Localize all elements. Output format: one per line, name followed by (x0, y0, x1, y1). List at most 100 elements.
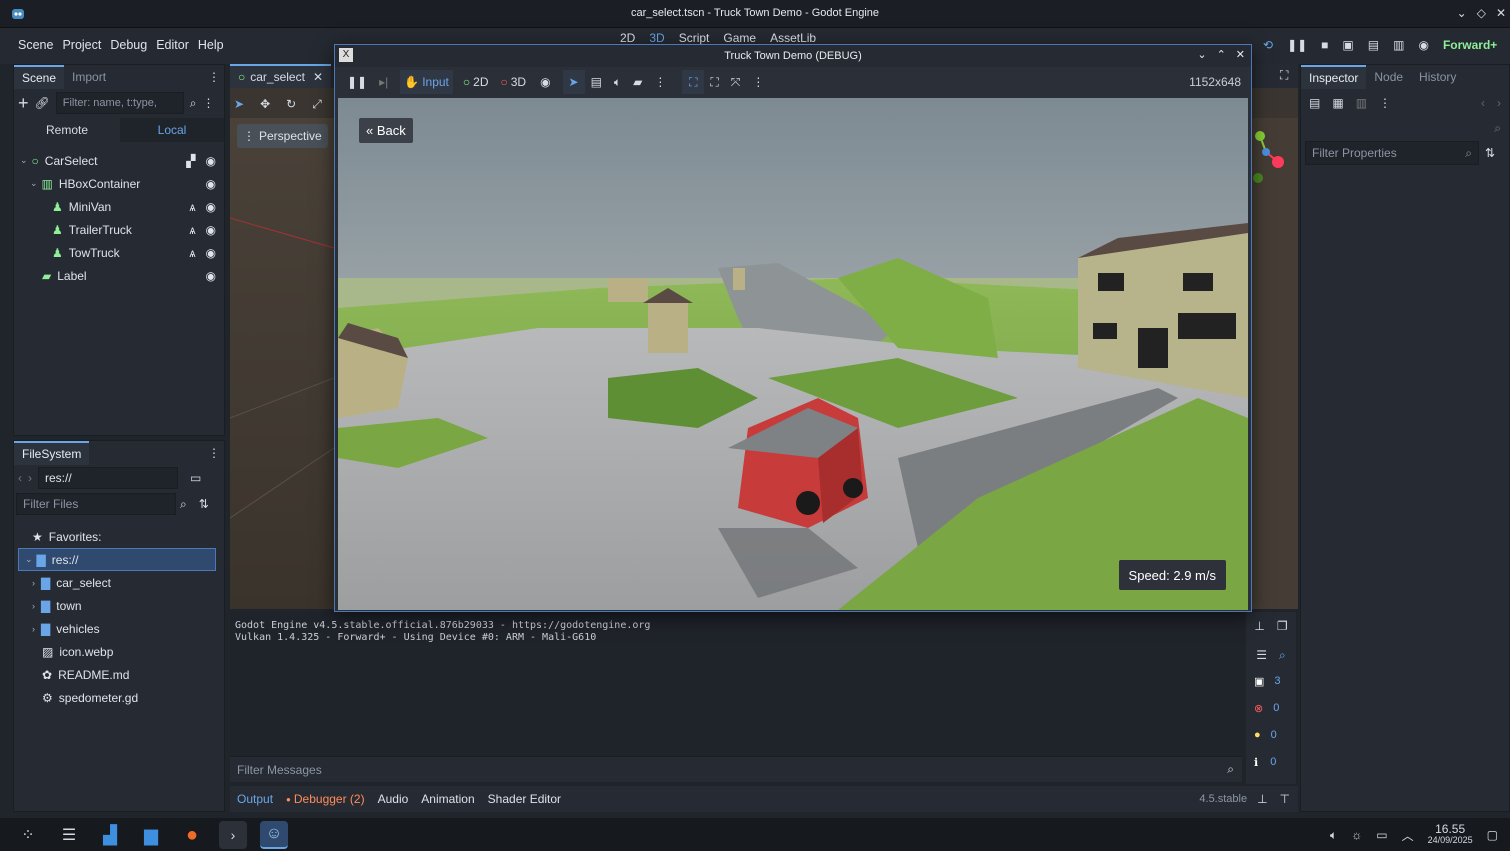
expand-icon[interactable]: › (32, 624, 35, 634)
tab-inspector[interactable]: Inspector (1301, 65, 1367, 89)
tab-animation[interactable]: Animation (421, 792, 474, 806)
audio-icon[interactable]: 🔈︎ (614, 75, 621, 90)
folder-town[interactable]: › ▇ town (14, 594, 224, 617)
visibility-icon[interactable]: ◉ (540, 75, 550, 89)
copy-log-icon[interactable]: ❐ (1277, 619, 1288, 633)
path-field[interactable]: res:// (38, 467, 178, 489)
minimize-icon[interactable]: ⌄ (1457, 6, 1467, 20)
keep-aspect-icon[interactable]: ⛶ (710, 75, 718, 90)
list-select-icon[interactable]: ▤ (591, 75, 602, 89)
file-spedometer[interactable]: ⚙ spedometer.gd (14, 686, 224, 709)
reload-icon[interactable]: ⟲ (1263, 38, 1273, 52)
tab-history[interactable]: History (1411, 65, 1464, 89)
folder-car-select[interactable]: › ▇ car_select (14, 571, 224, 594)
menu-scene[interactable]: Scene (18, 38, 53, 52)
tab-output[interactable]: Output (237, 792, 273, 806)
tab-shader-editor[interactable]: Shader Editor (488, 792, 561, 806)
game-scene-render[interactable]: « Back Speed: 2.9 m/s (338, 98, 1248, 610)
visibility-icon[interactable]: ◉ (206, 223, 216, 237)
filter-info-badge[interactable]: ℹ0 (1246, 751, 1296, 773)
app-launcher-icon[interactable]: ⁘ (14, 821, 42, 849)
close-tab-icon[interactable]: ✕ (313, 70, 323, 84)
renderer-selector[interactable]: Forward+ (1443, 38, 1497, 52)
tree-node-trailertruck[interactable]: ♟ TrailerTruck ѧ ◉ (14, 218, 224, 241)
select-icon[interactable]: ➤ (562, 70, 585, 94)
history-forward-icon[interactable]: › (1497, 96, 1501, 110)
brightness-icon[interactable]: ☼ (1351, 828, 1362, 842)
save-resource-icon[interactable]: ▥ (1356, 96, 1367, 110)
fullscreen-icon[interactable]: ⛶ (1280, 68, 1288, 83)
mode-2d-button[interactable]: 2D (473, 75, 488, 89)
scale-tool-icon[interactable]: ⤢ (312, 97, 322, 112)
more-icon[interactable]: ⋮ (654, 75, 666, 89)
menu-project[interactable]: Project (62, 38, 101, 52)
back-icon[interactable]: ‹ (18, 471, 22, 485)
camera-icon[interactable]: ▰ (633, 75, 642, 89)
terminal-icon[interactable]: › (219, 821, 247, 849)
dock-menu-icon[interactable]: ⋮ (208, 446, 220, 460)
filter-errors-badge[interactable]: ⊗ 0 (1246, 697, 1296, 719)
move-tool-icon[interactable]: ✥ (260, 97, 270, 111)
expand-panel-icon[interactable]: ⊤ (1280, 792, 1290, 806)
signal-icon[interactable]: ѧ (190, 200, 196, 214)
remote-button[interactable]: Remote (14, 123, 120, 137)
tab-import[interactable]: Import (64, 65, 114, 89)
tab-audio[interactable]: Audio (378, 792, 409, 806)
tree-node-carselect[interactable]: ⌄ ○ CarSelect ▞ ◉ (14, 149, 224, 172)
size-menu-icon[interactable]: ⋮ (752, 75, 764, 89)
main-tab-3d[interactable]: 3D (649, 32, 664, 44)
tab-filesystem[interactable]: FileSystem (14, 441, 90, 465)
tree-node-towtruck[interactable]: ♟ TowTruck ѧ ◉ (14, 241, 224, 264)
expand-icon[interactable]: ⌄ (20, 155, 28, 166)
filter-properties-input[interactable]: Filter Properties ⌕ (1305, 141, 1479, 165)
menu-help[interactable]: Help (198, 38, 224, 52)
run-custom-icon[interactable]: ▥ (1393, 38, 1404, 52)
signal-icon[interactable]: ѧ (190, 246, 196, 260)
run-current-icon[interactable]: ▤ (1368, 38, 1379, 52)
link-icon[interactable]: 🔗︎ (35, 96, 50, 110)
mode-3d-button[interactable]: 3D (511, 75, 526, 89)
split-view-icon[interactable]: ▭ (190, 471, 201, 485)
tray-expand-icon[interactable]: ︿ (1402, 827, 1414, 844)
collapse-icon[interactable]: ☰ (1256, 648, 1267, 662)
expand-icon[interactable]: ⌄ (25, 554, 33, 565)
tab-node[interactable]: Node (1366, 65, 1411, 89)
sort-icon[interactable]: ⇅ (199, 497, 209, 511)
expand-icon[interactable]: ⌄ (30, 178, 38, 189)
docs-icon[interactable]: ⌕ (1494, 121, 1501, 136)
script-icon[interactable]: ▞ (186, 154, 195, 168)
pause-icon[interactable]: ❚❚ (1287, 38, 1307, 52)
main-tab-game[interactable]: Game (723, 32, 756, 44)
favorites-item[interactable]: ★ Favorites: (14, 525, 224, 548)
stop-icon[interactable]: ■ (1321, 38, 1328, 52)
stretch-icon[interactable]: ⤧ (731, 75, 741, 90)
dock-menu-icon[interactable]: ⋮ (208, 70, 220, 84)
clear-log-icon[interactable]: ⊥ (1254, 619, 1264, 633)
close-icon[interactable]: ✕ (1236, 48, 1245, 61)
main-tab-script[interactable]: Script (679, 32, 710, 44)
filter-messages-input[interactable]: Filter Messages ⌕ (230, 756, 1242, 782)
view-gizmo[interactable] (1252, 128, 1296, 188)
godot-taskbar-icon[interactable]: ☺ (260, 821, 288, 849)
sort-icon[interactable]: ⇅ (1485, 146, 1495, 160)
pause-icon[interactable]: ❚❚ (347, 75, 367, 89)
file-readme[interactable]: ✿ README.md (14, 663, 224, 686)
volume-icon[interactable]: 🔈︎ (1330, 828, 1337, 843)
folder-res[interactable]: ⌄ ▇ res:// (18, 548, 216, 571)
maximize-icon[interactable]: ⌃ (1217, 48, 1226, 61)
scene-tab-car-select[interactable]: ○ car_select ✕ (230, 64, 332, 88)
tree-node-hboxcontainer[interactable]: ⌄ ▥ HBoxContainer ◉ (14, 172, 224, 195)
show-desktop-icon[interactable]: ▢ (1487, 828, 1498, 842)
minimize-icon[interactable]: ⌄ (1197, 48, 1206, 61)
filter-messages-badge[interactable]: ▣ 3 (1246, 670, 1296, 692)
rotate-tool-icon[interactable]: ↻ (286, 97, 296, 111)
visibility-icon[interactable]: ◉ (206, 246, 216, 260)
history-back-icon[interactable]: ‹ (1481, 96, 1485, 110)
movie-maker-icon[interactable]: ◉ (1418, 38, 1428, 52)
main-tab-assetlib[interactable]: AssetLib (770, 32, 816, 44)
input-toggle[interactable]: ✋ Input (400, 70, 453, 94)
back-button[interactable]: « Back (359, 118, 413, 143)
expand-icon[interactable]: › (32, 601, 35, 611)
remote-debug-icon[interactable]: ▣ (1342, 38, 1353, 52)
display-icon[interactable]: ▭ (1376, 828, 1387, 842)
